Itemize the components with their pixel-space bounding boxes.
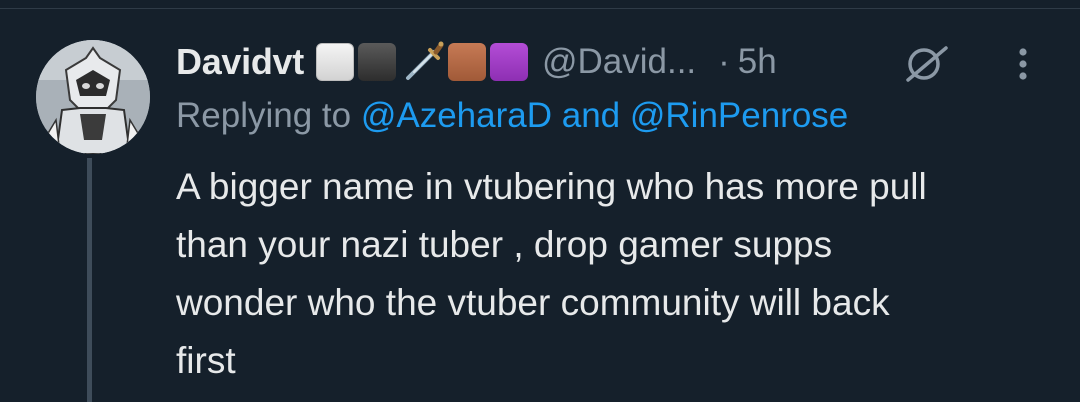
replying-to: Replying to @AzeharaD and @RinPenrose <box>176 96 848 136</box>
avatar-image <box>36 40 150 154</box>
purple-square-emoji <box>489 43 528 81</box>
mention-azeharad[interactable]: @AzeharaD <box>361 96 552 135</box>
avatar[interactable] <box>36 40 150 154</box>
tweet-text: A bigger name in vtubering who has more … <box>176 166 927 381</box>
dagger-icon <box>405 41 444 80</box>
name-emojis <box>315 40 528 84</box>
display-name[interactable]: Davidvt <box>176 41 304 83</box>
replying-prefix: Replying to <box>176 96 361 135</box>
dot-separator: · <box>718 42 730 81</box>
black-square-emoji <box>357 43 396 81</box>
more-vertical-icon[interactable] <box>1008 42 1038 86</box>
grok-icon[interactable] <box>902 44 950 84</box>
user-handle[interactable]: @David... <box>542 42 696 82</box>
mention-rinpenrose[interactable]: @RinPenrose <box>630 96 848 135</box>
top-divider <box>0 8 1080 9</box>
white-square-emoji <box>315 43 354 81</box>
timestamp[interactable]: 5h <box>738 42 777 82</box>
replying-joiner: and <box>552 96 630 135</box>
brown-square-emoji <box>447 43 486 81</box>
thread-line <box>87 158 92 402</box>
